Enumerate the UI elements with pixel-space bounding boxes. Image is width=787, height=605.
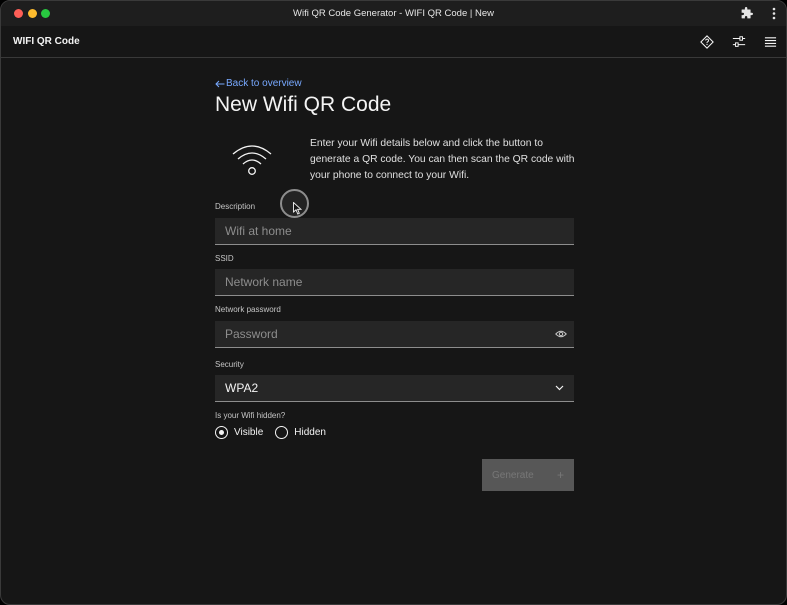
page-title: New Wifi QR Code — [215, 93, 392, 116]
back-link-label: Back to overview — [226, 78, 302, 89]
app-name: WIFI QR Code — [13, 36, 80, 47]
plus-icon: + — [556, 468, 564, 482]
description-label: Description — [215, 202, 256, 211]
show-password-icon[interactable] — [555, 329, 567, 339]
chevron-down-icon — [555, 385, 564, 391]
radio-hidden-indicator — [275, 426, 289, 439]
security-select[interactable]: WPA2 — [215, 375, 574, 402]
radio-hidden[interactable]: Hidden — [275, 426, 326, 439]
password-field — [215, 321, 574, 348]
help-icon — [700, 35, 714, 49]
radio-visible-indicator — [215, 426, 228, 439]
settings-button[interactable] — [730, 33, 748, 51]
app-window: Wifi QR Code Generator - WIFI QR Code | … — [0, 0, 787, 605]
password-label: Network password — [215, 305, 281, 314]
app-header: WIFI QR Code — [1, 26, 786, 58]
help-button[interactable] — [698, 33, 716, 51]
extensions-puzzle-icon[interactable] — [740, 7, 753, 20]
hidden-question-label: Is your Wifi hidden? — [215, 411, 286, 420]
intro-text: Enter your Wifi details below and click … — [310, 138, 575, 181]
menu-icon — [764, 37, 776, 47]
mouse-cursor-icon — [293, 202, 302, 215]
visibility-radio-group: Visible Hidden — [215, 426, 326, 439]
title-bar: Wifi QR Code Generator - WIFI QR Code | … — [1, 1, 786, 26]
ssid-label: SSID — [215, 254, 234, 263]
window-title: Wifi QR Code Generator - WIFI QR Code | … — [293, 8, 494, 19]
security-label: Security — [215, 360, 244, 369]
generate-button-label: Generate — [492, 469, 534, 481]
ssid-input[interactable] — [215, 269, 574, 296]
radio-hidden-label: Hidden — [294, 427, 326, 438]
password-input[interactable] — [215, 321, 574, 348]
wifi-icon — [232, 145, 272, 175]
generate-button[interactable]: Generate + — [482, 459, 574, 491]
arrow-left-icon — [215, 80, 225, 87]
security-selected-value: WPA2 — [225, 381, 259, 395]
radio-visible[interactable]: Visible — [215, 426, 263, 439]
back-to-overview-link[interactable]: Back to overview — [215, 78, 302, 89]
radio-visible-label: Visible — [234, 427, 264, 438]
more-options-icon[interactable] — [772, 7, 776, 20]
menu-button[interactable] — [761, 33, 779, 51]
description-input[interactable] — [215, 218, 574, 245]
settings-sliders-icon — [732, 36, 746, 47]
